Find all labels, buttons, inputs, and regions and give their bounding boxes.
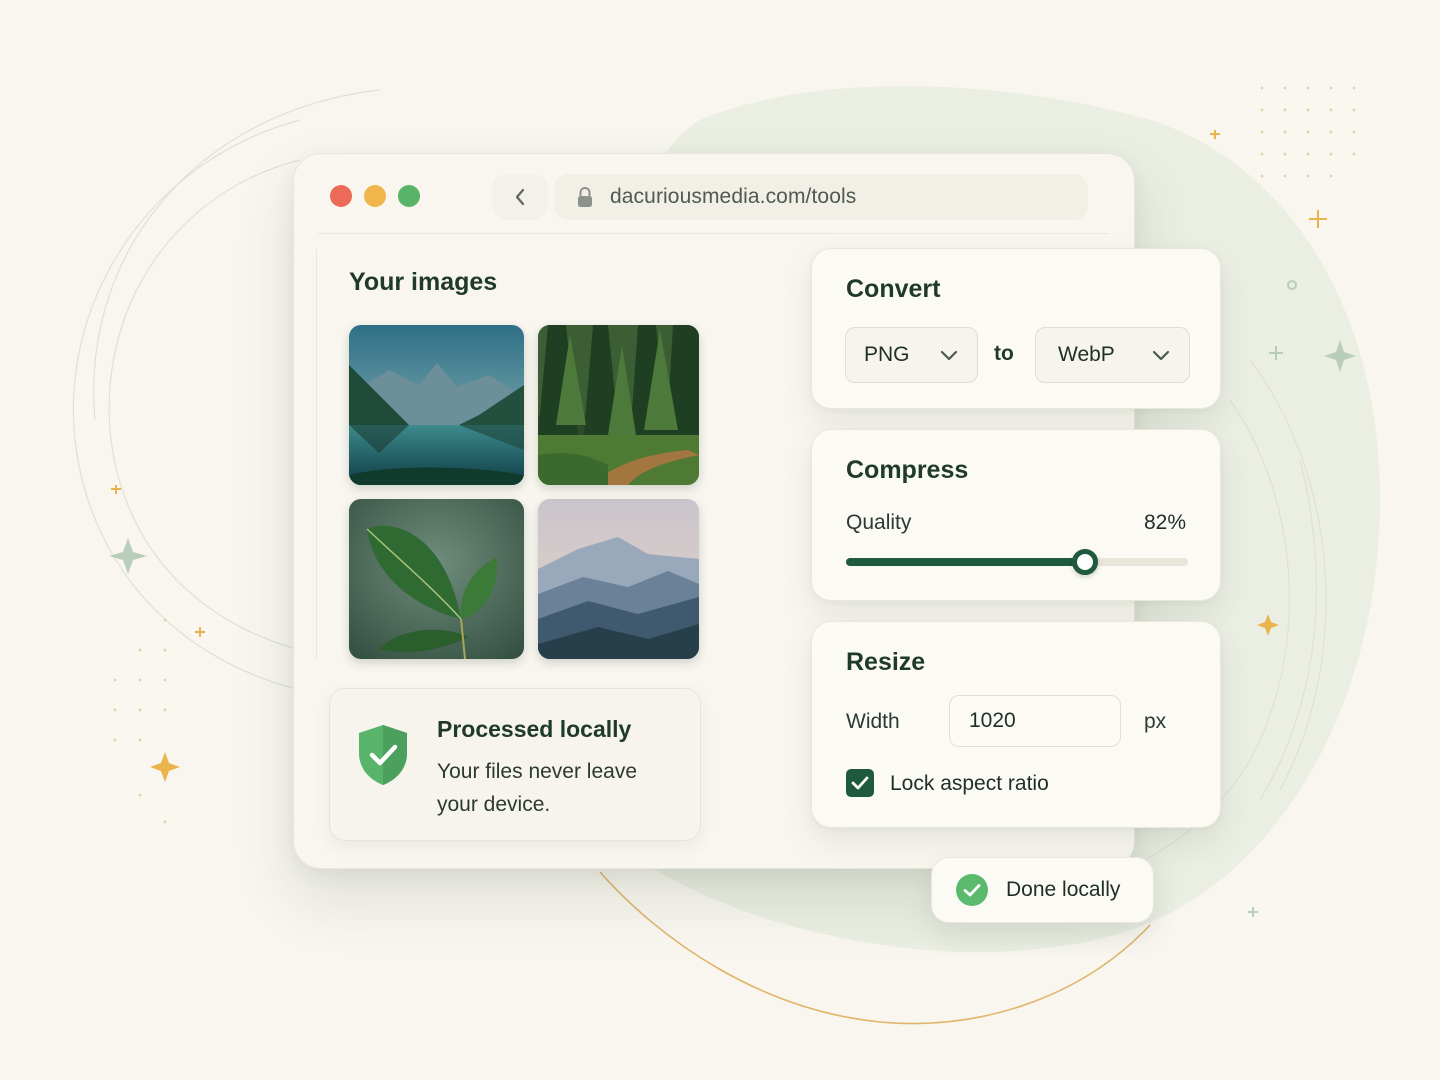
- lock-icon: [578, 187, 592, 207]
- source-format-value: PNG: [864, 343, 910, 366]
- chevron-down-icon: [940, 350, 958, 361]
- processed-locally-title: Processed locally: [437, 716, 632, 742]
- address-bar[interactable]: dacuriousmedia.com/tools: [554, 174, 1088, 220]
- processed-locally-card: Processed locally Your files never leave…: [329, 688, 701, 841]
- quality-value: 82%: [1143, 511, 1186, 534]
- image-thumbnail-misty-mountains[interactable]: [538, 499, 699, 659]
- width-unit: px: [1144, 710, 1167, 733]
- compress-title: Compress: [846, 456, 969, 484]
- source-format-select[interactable]: PNG: [845, 327, 978, 383]
- mountain-lake-image: [349, 325, 524, 485]
- window-maximize-button[interactable]: [398, 185, 420, 207]
- url-text: dacuriousmedia.com/tools: [610, 185, 857, 208]
- window-minimize-button[interactable]: [364, 185, 386, 207]
- shield-check-icon: [359, 725, 407, 785]
- width-label: Width: [846, 710, 900, 733]
- resize-card: Resize Width px Lock aspect ratio: [811, 621, 1221, 828]
- convert-to-label: to: [994, 342, 1014, 365]
- chevron-left-icon: [515, 188, 525, 206]
- done-locally-text: Done locally: [1006, 878, 1121, 901]
- check-circle-icon: [956, 874, 988, 906]
- processed-locally-text: Your files never leave your device.: [437, 760, 638, 816]
- forest-path-image: [538, 325, 699, 485]
- target-format-value: WebP: [1058, 343, 1115, 366]
- width-input[interactable]: [949, 695, 1121, 747]
- quality-slider-fill: [846, 558, 1086, 566]
- quality-slider-handle[interactable]: [1072, 549, 1099, 575]
- image-thumbnail-mountain-lake[interactable]: [349, 325, 524, 485]
- quality-label: Quality: [846, 511, 912, 534]
- back-button[interactable]: [492, 174, 548, 220]
- green-leaves-image: [349, 499, 524, 659]
- target-format-select[interactable]: WebP: [1035, 327, 1190, 383]
- image-thumbnail-green-leaves[interactable]: [349, 499, 524, 659]
- gallery-title: Your images: [349, 268, 498, 296]
- toolbar-divider: [318, 233, 1108, 234]
- misty-mountains-image: [538, 499, 699, 659]
- checkmark-icon: [851, 776, 869, 790]
- compress-card: Compress Quality 82%: [811, 429, 1221, 601]
- quality-slider[interactable]: [846, 549, 1188, 575]
- lock-aspect-ratio-label[interactable]: Lock aspect ratio: [890, 772, 1049, 796]
- window-close-button[interactable]: [330, 185, 352, 207]
- chevron-down-icon: [1152, 350, 1170, 361]
- lock-aspect-ratio-checkbox[interactable]: [846, 769, 874, 797]
- convert-title: Convert: [846, 275, 941, 303]
- image-thumbnail-forest-path[interactable]: [538, 325, 699, 485]
- done-locally-toast: Done locally: [931, 857, 1154, 923]
- resize-title: Resize: [846, 648, 926, 676]
- convert-card: Convert PNG to WebP: [811, 248, 1221, 409]
